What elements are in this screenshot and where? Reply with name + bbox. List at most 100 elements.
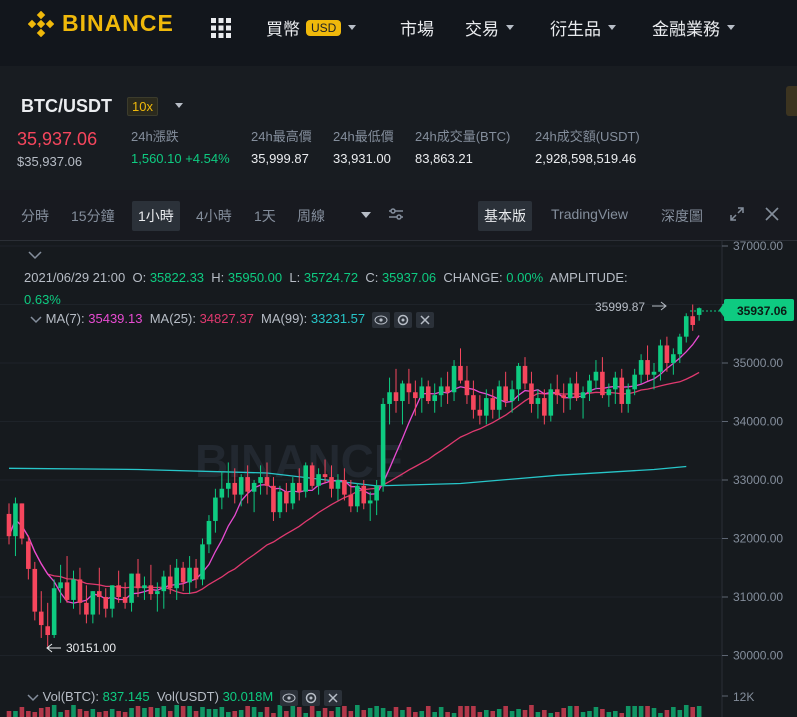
volume-bar — [632, 706, 637, 717]
volume-bar — [322, 708, 328, 717]
volume-bar — [677, 710, 683, 717]
volume-bar — [619, 713, 625, 717]
interval-time[interactable]: 分時 — [21, 206, 49, 226]
candle-body — [97, 591, 102, 597]
trading-pair[interactable]: BTC/USDT — [21, 96, 112, 117]
volume-bar — [122, 712, 128, 717]
volume-settings-icon[interactable] — [302, 689, 321, 706]
interval-4h[interactable]: 4小時 — [196, 206, 232, 226]
volume-btc-label: 24h成交量(BTC) — [415, 129, 511, 144]
interval-15m[interactable]: 15分鐘 — [71, 206, 115, 226]
volume-bar — [296, 707, 302, 717]
chevron-down-icon — [348, 25, 357, 30]
view-basic[interactable]: 基本版 — [478, 201, 532, 231]
volume-bar — [174, 705, 179, 717]
volume-bar — [6, 711, 12, 717]
volume-bar — [509, 711, 515, 717]
volume-bar — [142, 708, 147, 717]
volume-bar — [167, 711, 173, 717]
legend-change-label: CHANGE: — [443, 270, 503, 285]
volume-bar — [477, 712, 483, 717]
volume-bar — [329, 711, 334, 717]
candle-body — [174, 567, 179, 589]
volume-usdt-value: 2,928,598,519.46 — [535, 151, 637, 166]
candle-body — [484, 398, 489, 416]
volume-bar — [232, 711, 238, 717]
volume-bar — [638, 706, 644, 717]
watermark-text: BINANCE — [195, 435, 405, 487]
volume-bar — [355, 705, 360, 717]
side-panel-button[interactable] — [786, 86, 797, 116]
volume-bar — [284, 711, 289, 717]
volume-eye-icon[interactable] — [280, 689, 299, 706]
nav-finance[interactable]: 金融業務 — [652, 15, 735, 40]
volume-bar — [13, 711, 18, 717]
ticker-header: BTC/USDT 10x 35,937.06 $35,937.06 24h漲跌 … — [0, 66, 797, 190]
chevron-down-icon — [608, 25, 616, 30]
volume-bar — [135, 706, 141, 717]
volume-collapse-icon[interactable] — [27, 694, 39, 702]
volume-bar — [496, 709, 502, 717]
leverage-badge[interactable]: 10x — [127, 97, 158, 116]
candle-body — [554, 389, 560, 396]
close-icon[interactable] — [765, 207, 779, 221]
volume-bar — [251, 707, 257, 717]
view-depth[interactable]: 深度圖 — [661, 206, 703, 226]
candle-body — [677, 336, 683, 355]
candle-body — [413, 392, 418, 399]
nav-buy-crypto[interactable]: 買幣 USD — [266, 15, 357, 40]
candle-body — [226, 482, 231, 489]
remove-indicator-icon[interactable] — [415, 311, 434, 328]
apps-grid-icon[interactable] — [210, 17, 232, 39]
nav-derivatives[interactable]: 衍生品 — [550, 15, 616, 40]
volume-bar — [425, 706, 431, 717]
currency-badge[interactable]: USD — [306, 19, 342, 36]
volume-bar — [45, 707, 50, 717]
more-intervals-icon[interactable] — [361, 212, 371, 218]
candle-body — [464, 380, 470, 396]
binance-logo-icon — [28, 10, 54, 37]
candle-body — [187, 567, 192, 583]
volume-bar — [400, 710, 405, 717]
chart-area[interactable]: BINANCE 37000.0036000.0035000.0034000.00… — [0, 241, 797, 717]
candle-body — [232, 482, 238, 495]
ma-collapse-icon[interactable] — [30, 316, 42, 324]
volume-bar — [187, 706, 192, 717]
candle-body — [309, 465, 315, 486]
nav-markets[interactable]: 市場 — [400, 15, 434, 40]
volume-bar — [64, 710, 70, 717]
eye-icon[interactable] — [372, 311, 391, 328]
legend-close-value: 35937.06 — [381, 270, 437, 285]
last-price-usd: $35,937.06 — [17, 154, 83, 169]
nav-trade[interactable]: 交易 — [465, 15, 514, 40]
candle-body — [148, 585, 154, 595]
volume-remove-icon[interactable] — [323, 689, 342, 706]
view-tradingview[interactable]: TradingView — [551, 206, 628, 222]
candle-body — [561, 395, 566, 399]
collapse-legend-icon[interactable] — [27, 250, 43, 260]
pair-dropdown-icon[interactable] — [175, 103, 183, 108]
ma25-value: 34827.37 — [199, 311, 254, 326]
volume-bar — [180, 706, 186, 717]
settings-sliders-icon[interactable] — [387, 206, 405, 222]
settings-icon[interactable] — [394, 311, 412, 328]
candle-body — [90, 591, 96, 615]
expand-icon[interactable] — [729, 206, 745, 222]
interval-1d[interactable]: 1天 — [254, 206, 276, 226]
candle-body — [109, 585, 115, 609]
ma99-value: 33231.57 — [310, 311, 366, 326]
volume-bar — [419, 711, 425, 717]
volume-bar — [664, 710, 670, 717]
volume-bar — [271, 713, 276, 717]
volume-bar — [471, 706, 476, 717]
candle-body — [180, 567, 186, 583]
volume-btc-value: 83,863.21 — [415, 151, 473, 166]
volume-bar — [451, 713, 457, 717]
chevron-down-icon — [506, 25, 514, 30]
interval-1h[interactable]: 1小時 — [132, 201, 180, 231]
vol-usdt-label: Vol(USDT) — [156, 689, 219, 704]
binance-logo[interactable]: BINANCE — [28, 10, 174, 37]
volume-bar — [593, 707, 599, 717]
interval-1w[interactable]: 周線 — [297, 206, 325, 226]
price-tick-label: 37000.00 — [733, 241, 783, 253]
